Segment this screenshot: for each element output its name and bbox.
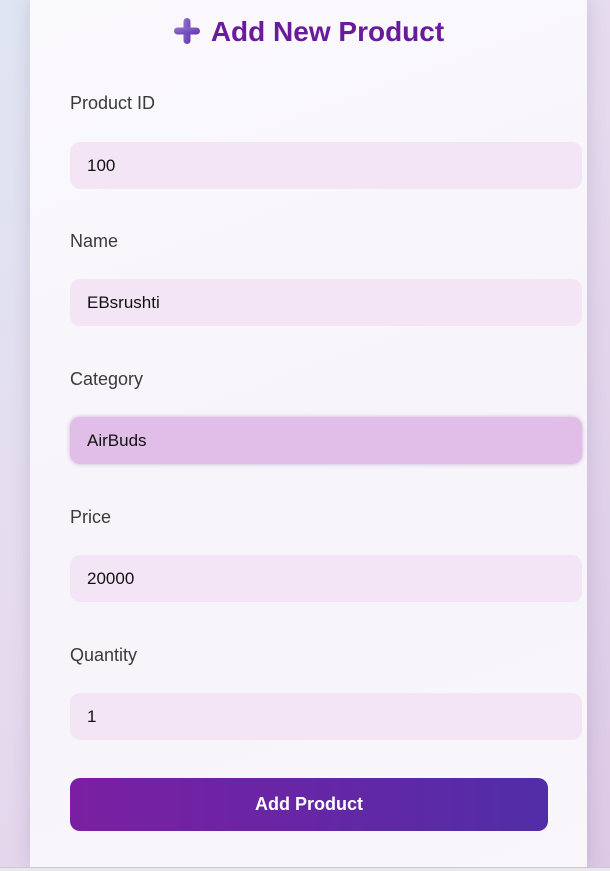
name-label: Name xyxy=(70,231,119,251)
form-title: Add New Product xyxy=(30,14,587,50)
product-id-input[interactable] xyxy=(70,142,582,189)
category-label: Category xyxy=(70,369,144,389)
name-input[interactable] xyxy=(70,279,582,326)
category-input[interactable] xyxy=(70,417,582,464)
price-input[interactable] xyxy=(70,555,582,602)
price-label: Price xyxy=(70,507,112,527)
form-title-text: Add New Product xyxy=(210,16,445,47)
quantity-label: Quantity xyxy=(70,645,138,665)
quantity-input[interactable] xyxy=(70,693,582,740)
plus-icon xyxy=(173,17,201,45)
product-form-card: Add New Product Product ID Name Category… xyxy=(30,0,587,868)
window-bottom-edge xyxy=(0,867,610,871)
add-product-button[interactable]: Add Product xyxy=(70,778,548,831)
product-id-label: Product ID xyxy=(70,93,156,113)
